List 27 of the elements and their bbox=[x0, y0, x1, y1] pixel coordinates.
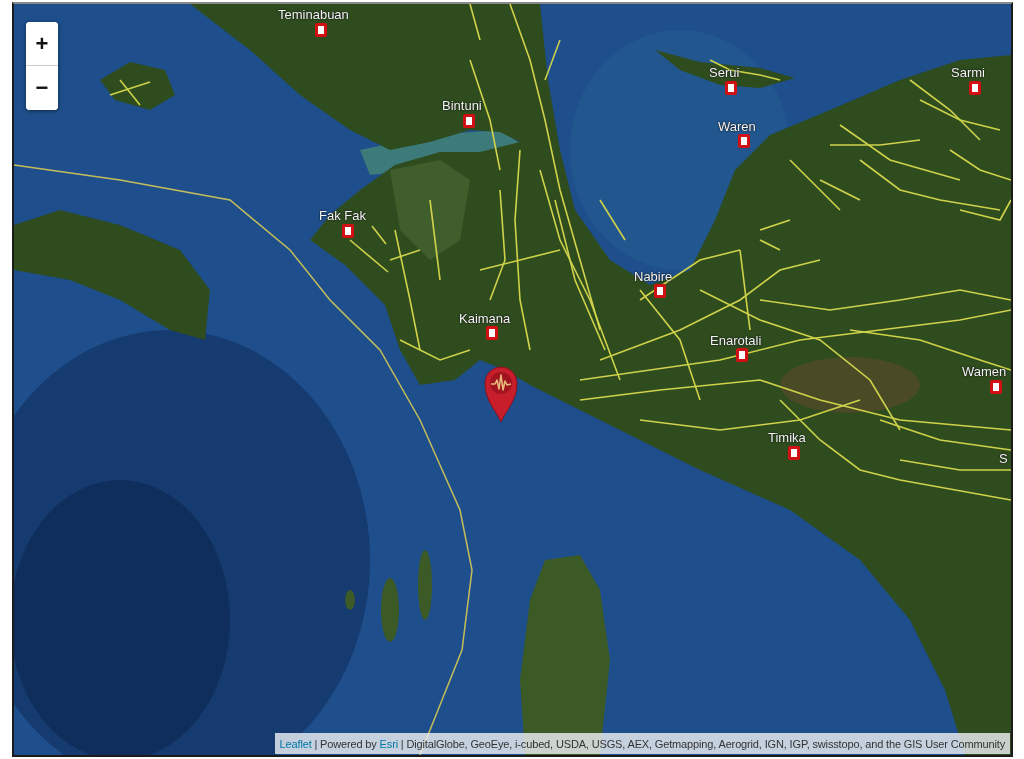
city-label: Bintuni bbox=[442, 98, 482, 114]
city-label: Serui bbox=[709, 65, 740, 81]
city-marker-icon bbox=[738, 134, 750, 148]
city-marker-icon bbox=[788, 446, 800, 460]
city-marker-icon bbox=[486, 326, 498, 340]
city-label: Sarmi bbox=[951, 65, 985, 81]
city-label: Waren bbox=[718, 119, 756, 135]
city-label: Fak Fak bbox=[319, 208, 366, 224]
zoom-out-button[interactable]: − bbox=[26, 66, 58, 110]
city-label: Kaimana bbox=[459, 311, 511, 327]
attribution-text: Leaflet | Powered by Esri | DigitalGlobe, GeoEye, i-cubed, USDA, USGS, AEX, Getmapping, Aerogrid, IGN, IGP, swisstopo, and the GIS User Community bbox=[274, 733, 1010, 754]
city-label: Timika bbox=[768, 430, 806, 446]
city-marker-icon bbox=[990, 380, 1002, 394]
city-marker-icon bbox=[342, 224, 354, 238]
city-marker-icon bbox=[969, 81, 981, 95]
map-pin-icon[interactable] bbox=[484, 365, 518, 423]
city-marker-icon bbox=[463, 114, 475, 128]
city-label: Teminabuan bbox=[278, 7, 349, 23]
city-marker-icon bbox=[725, 81, 737, 95]
zoom-in-button[interactable]: + bbox=[26, 22, 58, 66]
city-marker-icon bbox=[736, 348, 748, 362]
city-label: Enarotali bbox=[710, 333, 762, 349]
city-marker-icon bbox=[654, 284, 666, 298]
city-label: S bbox=[999, 451, 1008, 467]
city-label: Nabire bbox=[634, 269, 673, 285]
city-label: Wamen bbox=[962, 364, 1007, 380]
city-marker-icon bbox=[315, 23, 327, 37]
